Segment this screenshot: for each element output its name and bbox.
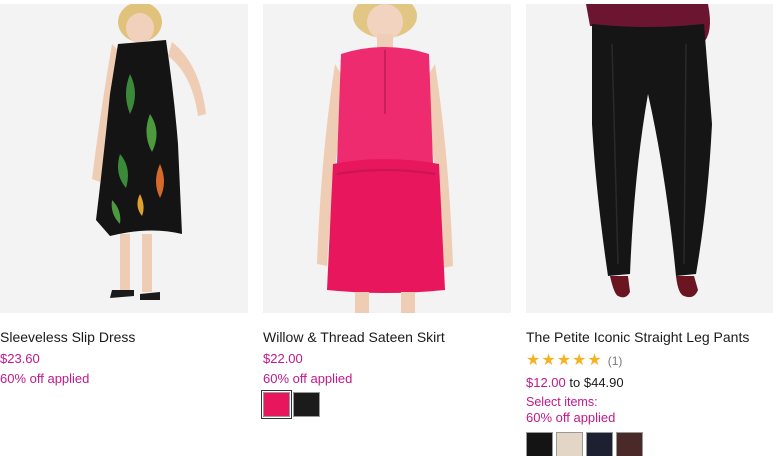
product-title[interactable]: The Petite Iconic Straight Leg Pants — [526, 329, 749, 345]
star-icon: ★ — [526, 352, 541, 369]
product-title[interactable]: Willow & Thread Sateen Skirt — [263, 329, 445, 345]
promo-text: 60% off applied — [263, 371, 353, 386]
product-price: $22.00 — [263, 351, 303, 366]
swatch-navy[interactable] — [586, 432, 613, 456]
price-low: $12.00 — [526, 375, 566, 390]
color-swatches — [526, 432, 643, 456]
swatch-pink[interactable] — [261, 390, 292, 419]
swatch-black[interactable] — [293, 392, 320, 417]
star-rating[interactable]: ★ ★ ★ ★ ★ (1) — [526, 353, 622, 369]
promo-text: 60% off applied — [526, 410, 616, 425]
product-title[interactable]: Sleeveless Slip Dress — [0, 329, 135, 345]
swatch-brown[interactable] — [616, 432, 643, 456]
star-icon: ★ — [556, 352, 572, 369]
star-icon: ★ — [572, 352, 587, 369]
color-swatches — [261, 390, 320, 419]
select-items-label: Select items: — [526, 395, 598, 409]
product-image-sateen-skirt[interactable] — [263, 4, 511, 313]
swatch-black[interactable] — [526, 432, 553, 456]
promo-text: 60% off applied — [0, 371, 90, 386]
price-high: $44.90 — [583, 375, 624, 390]
product-image-slip-dress[interactable] — [0, 4, 248, 313]
star-icon: ★ — [541, 352, 556, 369]
product-card-3[interactable]: The Petite Iconic Straight Leg Pants ★ ★… — [526, 0, 773, 456]
review-count[interactable]: (1) — [608, 354, 623, 368]
swatch-beige[interactable] — [556, 432, 583, 456]
product-price: $23.60 — [0, 351, 40, 366]
product-card-2[interactable]: Willow & Thread Sateen Skirt $22.00 60% … — [261, 0, 511, 456]
product-image-straight-leg-pants[interactable] — [526, 4, 773, 313]
product-price-range: $12.00 to $44.90 — [526, 375, 624, 390]
star-icon: ★ — [587, 352, 602, 369]
product-card-1[interactable]: Sleeveless Slip Dress $23.60 60% off app… — [0, 0, 248, 456]
price-to: to — [569, 375, 581, 390]
